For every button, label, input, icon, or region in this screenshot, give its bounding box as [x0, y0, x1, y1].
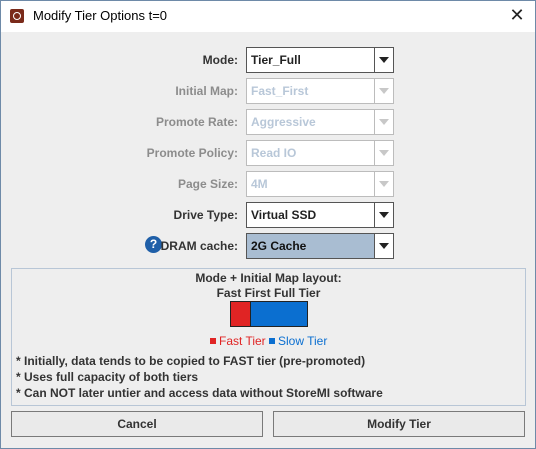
promote-rate-value: Aggressive	[251, 115, 316, 129]
page-size-value: 4M	[251, 177, 268, 191]
promote-policy-select: Read IO	[246, 140, 394, 166]
drive-type-select[interactable]: Virtual SSD	[246, 202, 394, 228]
page-size-row: Page Size: 4M	[1, 171, 535, 197]
promote-policy-value: Read IO	[251, 146, 297, 160]
legend-label-fast: Fast Tier	[219, 334, 266, 348]
chevron-down-icon	[374, 172, 393, 196]
dram-cache-row: ? DRAM cache: 2G Cache	[1, 233, 535, 259]
chevron-down-icon[interactable]	[374, 48, 393, 72]
drive-type-row: Drive Type: Virtual SSD	[1, 202, 535, 228]
dialog-window: Modify Tier Options t=0 ✕ Mode: Tier_Ful…	[0, 0, 536, 449]
promote-rate-row: Promote Rate: Aggressive	[1, 109, 535, 135]
mode-value: Tier_Full	[251, 53, 301, 67]
mode-row: Mode: Tier_Full	[1, 47, 535, 73]
initial-map-label: Initial Map:	[175, 84, 238, 98]
legend-swatch-slow	[269, 338, 275, 344]
dram-cache-label: DRAM cache:	[160, 239, 238, 253]
legend-label-slow: Slow Tier	[278, 334, 328, 348]
title-bar: Modify Tier Options t=0 ✕	[1, 1, 535, 32]
chevron-down-icon[interactable]	[374, 203, 393, 227]
window-title: Modify Tier Options t=0	[33, 8, 168, 23]
modify-tier-button[interactable]: Modify Tier	[273, 411, 525, 437]
app-icon	[10, 9, 24, 23]
page-size-select: 4M	[246, 171, 394, 197]
initial-map-select: Fast_First	[246, 78, 394, 104]
layout-panel: Mode + Initial Map layout: Fast First Fu…	[11, 268, 526, 406]
chevron-down-icon	[374, 110, 393, 134]
chevron-down-icon	[374, 141, 393, 165]
dram-cache-value: 2G Cache	[251, 239, 307, 253]
initial-map-value: Fast_First	[251, 84, 309, 98]
promote-policy-label: Promote Policy:	[146, 146, 238, 160]
layout-subheading: Fast First Full Tier	[216, 286, 321, 300]
help-icon[interactable]: ?	[145, 236, 162, 253]
chevron-down-icon[interactable]	[374, 234, 393, 258]
close-icon[interactable]: ✕	[505, 5, 529, 27]
note-line: * Can NOT later untier and access data w…	[16, 386, 383, 400]
initial-map-row: Initial Map: Fast_First	[1, 78, 535, 104]
fast-tier-segment	[231, 302, 251, 326]
legend-swatch-fast	[210, 338, 216, 344]
layout-heading: Mode + Initial Map layout:	[195, 271, 342, 285]
mode-select[interactable]: Tier_Full	[246, 47, 394, 73]
drive-type-label: Drive Type:	[173, 208, 238, 222]
note-line: * Initially, data tends to be copied to …	[16, 354, 366, 368]
dram-cache-select[interactable]: 2G Cache	[246, 233, 394, 259]
legend-fast-tier: Fast Tier	[210, 334, 266, 348]
legend-slow-tier: Slow Tier	[269, 334, 327, 348]
promote-rate-label: Promote Rate:	[155, 115, 238, 129]
dialog-content: Mode: Tier_Full Initial Map: Fast_First …	[1, 32, 535, 448]
cancel-button[interactable]: Cancel	[11, 411, 263, 437]
tier-layout-bar	[230, 301, 308, 327]
page-size-label: Page Size:	[177, 177, 238, 191]
mode-label: Mode:	[202, 53, 238, 67]
promote-rate-select: Aggressive	[246, 109, 394, 135]
note-line: * Uses full capacity of both tiers	[16, 370, 199, 384]
chevron-down-icon	[374, 79, 393, 103]
promote-policy-row: Promote Policy: Read IO	[1, 140, 535, 166]
drive-type-value: Virtual SSD	[251, 208, 317, 222]
